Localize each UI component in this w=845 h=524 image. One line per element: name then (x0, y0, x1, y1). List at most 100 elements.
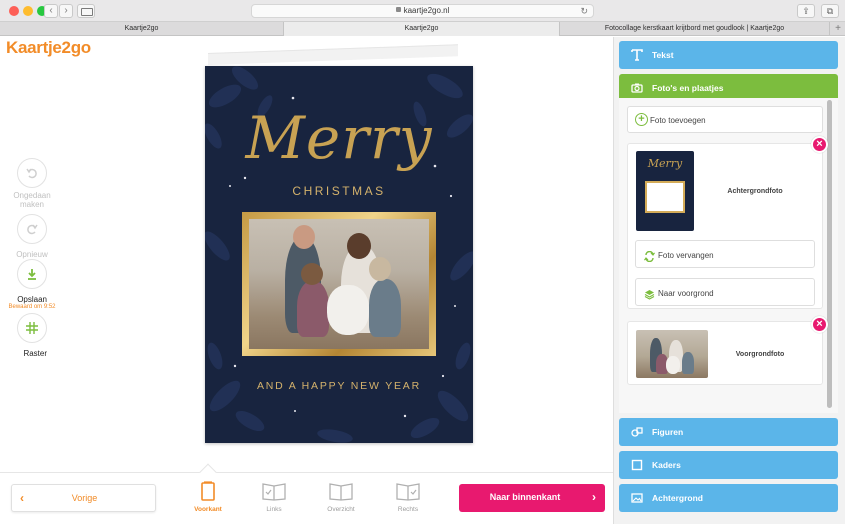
section-text[interactable]: Tekst (619, 41, 838, 69)
browser-toolbar: ‹ › kaartje2go.nl ↻ ⇪ ⧉ (0, 0, 845, 22)
photo-person (293, 225, 315, 249)
browser-tab-active[interactable]: Kaartje2go (284, 22, 560, 36)
download-icon (28, 269, 36, 280)
saved-time-note: Bewaard om 9:52 (8, 304, 56, 310)
reload-icon[interactable]: ↻ (580, 5, 588, 17)
address-bar[interactable]: kaartje2go.nl ↻ (251, 4, 594, 18)
card-back-page (208, 44, 458, 65)
undo-button[interactable] (17, 158, 47, 188)
photo-person (369, 279, 401, 337)
undo-label: Ongedaan maken (13, 191, 51, 209)
photo-person (369, 257, 391, 281)
swap-icon (644, 249, 655, 263)
family-photo[interactable] (249, 219, 429, 349)
view-tab-overview[interactable]: Overzicht (320, 481, 362, 513)
add-photo-button[interactable]: + Foto toevoegen (627, 106, 823, 133)
card-subtitle[interactable]: CHRISTMAS (205, 184, 473, 198)
foreground-photo-thumbnail[interactable] (636, 330, 708, 378)
photo-person (347, 233, 371, 259)
card-title[interactable]: Merry (205, 104, 473, 172)
background-photo-label: Achtergrondfoto (727, 188, 783, 195)
photo-dog (327, 285, 369, 335)
section-shapes[interactable]: Figuren (619, 418, 838, 446)
next-label: Naar binnenkant (489, 492, 561, 502)
undo-icon (26, 168, 37, 179)
share-icon: ⇪ (802, 6, 810, 16)
camera-icon (631, 82, 643, 94)
photo-person (682, 352, 694, 374)
view-tab-label: Rechts (397, 506, 419, 513)
share-button[interactable]: ⇪ (797, 4, 815, 18)
view-tab-label: Links (266, 506, 282, 513)
text-icon (631, 49, 643, 61)
gold-photo-frame[interactable] (242, 212, 436, 356)
grid-button[interactable] (17, 313, 47, 343)
section-frames[interactable]: Kaders (619, 451, 838, 479)
replace-photo-button[interactable]: Foto vervangen (635, 240, 815, 268)
section-shapes-label: Figuren (652, 427, 684, 437)
logo[interactable]: Kaartje2go (6, 38, 91, 58)
remove-foreground-photo-button[interactable]: × (811, 316, 828, 333)
browser-tab-bar: Kaartje2go Kaartje2go Fotocollage kerstk… (0, 22, 845, 36)
sidebar-toggle-button[interactable] (77, 4, 95, 18)
grid-label: Raster (23, 349, 47, 358)
tab-overview-button[interactable]: ⧉ (821, 4, 839, 18)
previous-button[interactable]: ‹ Vorige (11, 484, 156, 512)
thumbnail-photo-slot (645, 181, 685, 213)
new-tab-button[interactable]: + (831, 22, 845, 36)
card-footer-text[interactable]: AND A HAPPY NEW YEAR (205, 380, 473, 392)
redo-button[interactable] (17, 214, 47, 244)
photo-person (297, 281, 329, 337)
close-icon: × (816, 318, 823, 330)
photo-dog (666, 356, 680, 374)
grid-icon (26, 322, 38, 334)
section-frames-label: Kaders (652, 460, 681, 470)
image-icon (631, 492, 643, 504)
view-tab-front[interactable]: Voorkant (187, 481, 229, 513)
view-tab-label: Voorkant (194, 506, 222, 513)
section-text-label: Tekst (652, 50, 674, 60)
view-tab-left[interactable]: Links (253, 481, 295, 513)
thumbnail-title: Merry (647, 157, 683, 170)
save-button[interactable] (17, 259, 47, 289)
chevron-right-icon: › (64, 5, 68, 16)
close-window-button[interactable] (9, 6, 19, 16)
left-page-icon (262, 483, 286, 501)
browser-tab[interactable]: Fotocollage kerstkaart krijtbord met gou… (560, 22, 830, 36)
section-photos-label: Foto's en plaatjes (652, 83, 724, 93)
close-icon: × (816, 138, 823, 150)
tabs-icon: ⧉ (826, 6, 834, 16)
minimize-window-button[interactable] (23, 6, 33, 16)
save-label: Opslaan (17, 295, 47, 304)
chevron-left-icon: ‹ (49, 5, 53, 16)
undo-tool[interactable]: Ongedaan maken (13, 158, 51, 212)
view-tab-right[interactable]: Rechts (387, 481, 429, 513)
add-photo-label: Foto toevoegen (650, 116, 706, 125)
chevron-right-icon: › (592, 490, 596, 504)
forward-button[interactable]: › (59, 4, 73, 18)
save-tool[interactable]: Opslaan Bewaard om 9:52 (8, 259, 56, 310)
section-background[interactable]: Achtergrond (619, 484, 838, 512)
redo-tool[interactable]: Opnieuw (16, 214, 48, 262)
back-button[interactable]: ‹ (44, 4, 58, 18)
remove-background-photo-button[interactable]: × (811, 136, 828, 153)
foreground-photo-label: Voorgrondfoto (735, 351, 785, 358)
overview-book-icon (329, 483, 353, 501)
url-text: kaartje2go.nl (403, 6, 450, 15)
view-tab-label: Overzicht (327, 506, 355, 513)
next-to-inside-button[interactable]: Naar binnenkant › (459, 484, 605, 512)
redo-label: Opnieuw (16, 250, 48, 259)
browser-tab[interactable]: Kaartje2go (0, 22, 284, 36)
shapes-icon (631, 426, 643, 438)
previous-label: Vorige (71, 493, 98, 503)
card-front[interactable]: Merry CHRISTMAS AND A HAPPY NEW YEAR (205, 66, 473, 443)
layers-icon (644, 287, 655, 300)
background-photo-thumbnail[interactable]: Merry (636, 151, 694, 231)
grid-tool[interactable]: Raster (17, 313, 47, 361)
front-page-icon (201, 481, 215, 501)
plus-circle-icon: + (635, 113, 648, 126)
frame-icon (631, 459, 643, 471)
bring-to-front-button[interactable]: Naar voorgrond (635, 278, 815, 306)
lock-icon (395, 7, 401, 13)
redo-icon (27, 224, 38, 235)
